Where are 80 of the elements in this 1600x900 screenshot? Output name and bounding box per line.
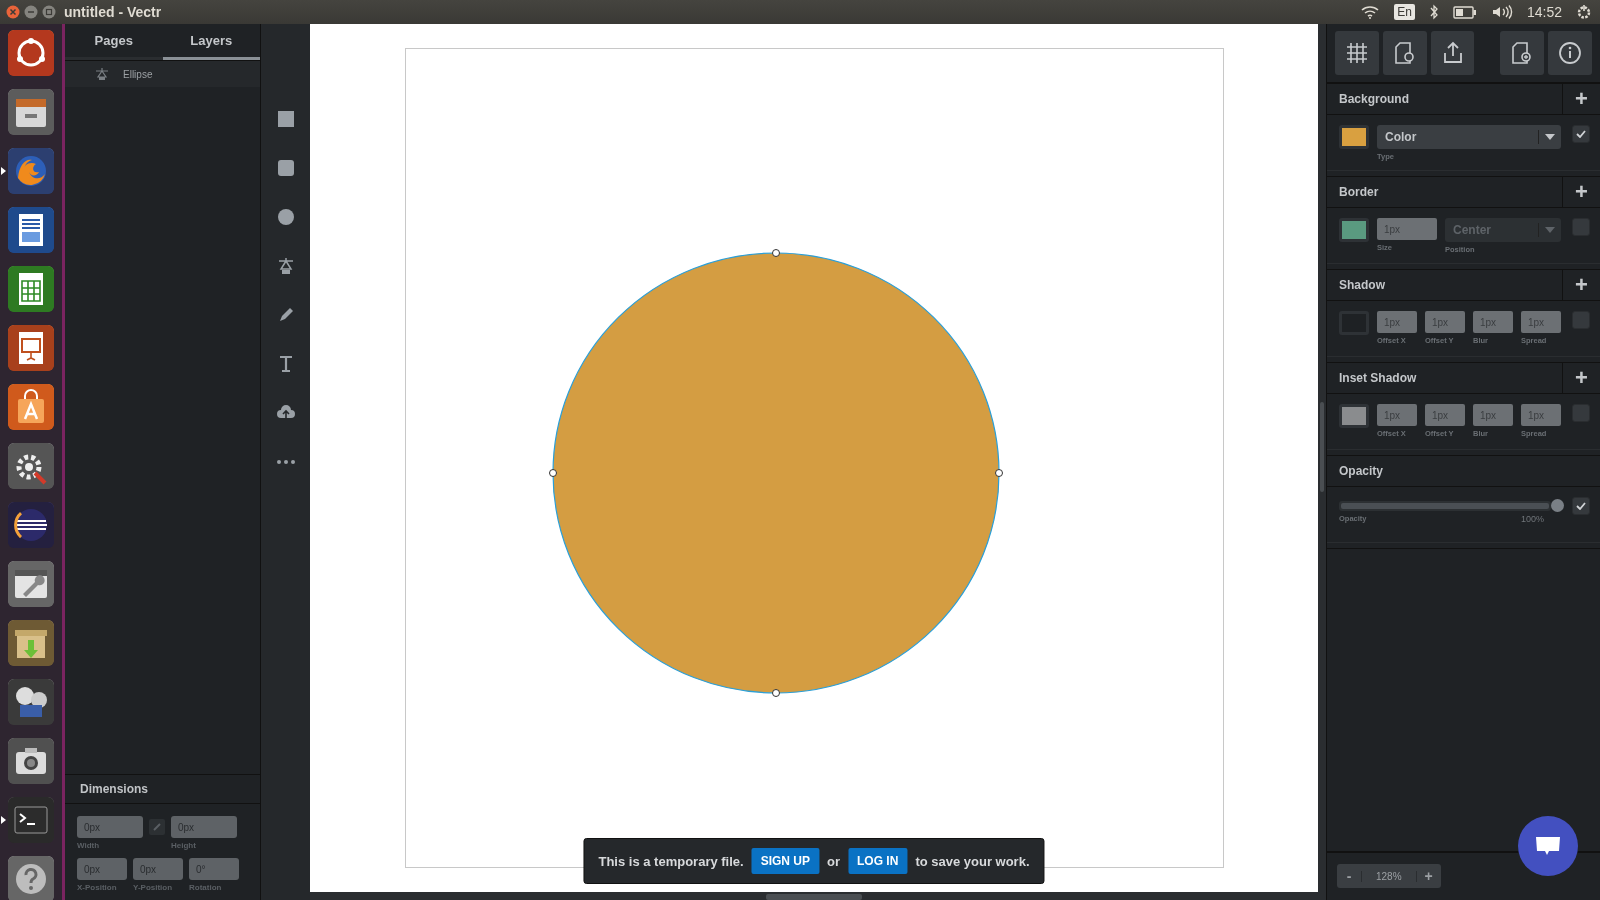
volume-icon[interactable] [1490, 4, 1513, 20]
section-title: Dimensions [65, 774, 260, 804]
check-icon [1576, 502, 1586, 510]
box-icon[interactable] [8, 620, 54, 666]
field-label: Rotation [189, 883, 223, 892]
circle-icon[interactable] [275, 207, 296, 227]
color-swatch[interactable] [1339, 218, 1369, 242]
resize-handle[interactable] [548, 469, 557, 477]
rounded-rectangle-icon[interactable] [275, 158, 296, 178]
bluetooth-icon[interactable] [1428, 4, 1439, 20]
notice-text: or [827, 853, 841, 869]
rectangle-icon[interactable] [275, 109, 296, 129]
add-button[interactable]: + [1562, 363, 1600, 393]
add-button[interactable]: + [1562, 177, 1600, 207]
checkbox[interactable] [1572, 125, 1590, 143]
maximize-icon[interactable] [42, 5, 56, 19]
running-indicator-icon [1, 816, 6, 824]
color-swatch[interactable] [1339, 125, 1369, 149]
log-in-button[interactable]: LOG IN [848, 848, 908, 874]
section-title: Opacity [1338, 463, 1384, 480]
checkbox[interactable] [1572, 311, 1590, 329]
scrollbar-thumb[interactable] [766, 894, 862, 900]
minimize-icon[interactable] [24, 5, 38, 19]
spreadsheet-icon[interactable] [8, 266, 54, 312]
info-button[interactable] [1548, 31, 1592, 75]
shopping-bag-icon[interactable] [8, 384, 54, 430]
grid-button[interactable] [1335, 31, 1379, 75]
field-label: Height [171, 841, 197, 850]
field-label: Y-Position [133, 883, 174, 892]
globe-icon[interactable] [8, 148, 54, 194]
zoom-level: 128% [1361, 870, 1417, 882]
add-button[interactable]: + [1562, 270, 1600, 300]
zoom-in-button[interactable]: + [1416, 864, 1441, 888]
pen-tool-icon [95, 67, 109, 81]
resize-handle[interactable] [994, 469, 1003, 477]
add-button[interactable]: + [1562, 84, 1600, 114]
running-indicator-icon [1, 167, 6, 175]
wifi-icon[interactable] [1360, 5, 1381, 19]
chat-button[interactable] [1518, 816, 1578, 876]
caret-icon [1545, 227, 1555, 233]
dropdown[interactable]: Color [1377, 125, 1561, 149]
question-icon[interactable] [8, 856, 54, 900]
clock[interactable]: 14:52 [1526, 4, 1562, 20]
close-icon[interactable] [6, 5, 20, 19]
opacity-value: 100% [1520, 514, 1544, 524]
notice-text: This is a temporary file. [598, 853, 744, 869]
section-title: Background [1338, 91, 1410, 108]
section-title: Inset Shadow [1338, 370, 1418, 387]
checkbox[interactable] [1572, 218, 1590, 236]
battery-icon[interactable] [1452, 5, 1477, 19]
field-label: Width [77, 841, 101, 850]
sign-up-button[interactable]: SIGN UP [751, 848, 820, 874]
notice-text: to save your work. [915, 853, 1030, 869]
checkbox[interactable] [1572, 497, 1590, 515]
circle-logo-icon[interactable] [8, 30, 54, 76]
scrollbar-thumb[interactable] [1320, 402, 1324, 492]
gear-icon[interactable] [8, 443, 54, 489]
drawer-icon[interactable] [8, 89, 54, 135]
checkbox[interactable] [1572, 404, 1590, 422]
zoom-out-button[interactable]: - [1337, 864, 1361, 888]
presentation-icon[interactable] [8, 325, 54, 371]
wrench-icon[interactable] [8, 561, 54, 607]
page-gear-button[interactable] [1382, 31, 1427, 75]
section-title: Border [1338, 184, 1380, 201]
section-title: Shadow [1338, 277, 1386, 294]
check-icon [1576, 130, 1586, 138]
document-icon[interactable] [8, 207, 54, 253]
layer-item[interactable]: Ellipse [65, 61, 260, 87]
field-label: X-Position [77, 883, 118, 892]
resize-handle[interactable] [771, 689, 780, 697]
layer-name: Ellipse [123, 68, 153, 80]
slider-thumb[interactable] [1551, 499, 1564, 512]
add-page-button[interactable] [1500, 31, 1545, 75]
color-swatch[interactable] [1339, 404, 1369, 428]
keyboard-language-indicator[interactable]: En [1394, 4, 1415, 20]
resize-handle[interactable] [771, 249, 780, 257]
caret-icon [1545, 134, 1555, 140]
share-button[interactable] [1430, 31, 1475, 75]
power-gear-icon[interactable] [1576, 4, 1592, 20]
window-title: untitled - Vectr [64, 4, 163, 20]
